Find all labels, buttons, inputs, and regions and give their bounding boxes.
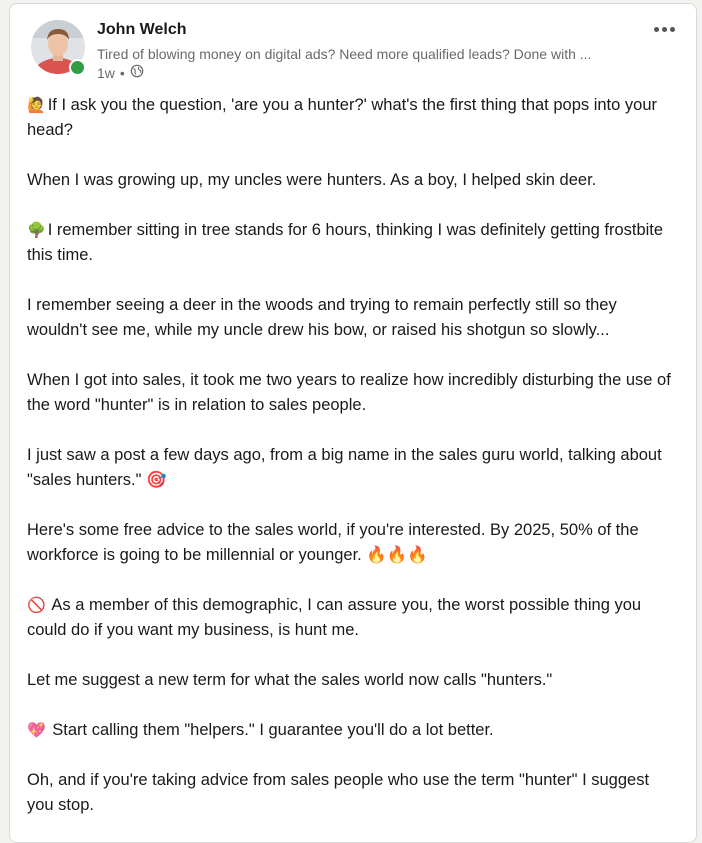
- post-paragraph: I just saw a post a few days ago, from a…: [27, 443, 679, 493]
- paragraph-text: I remember sitting in tree stands for 6 …: [27, 221, 664, 264]
- post-time: 1w: [97, 64, 115, 81]
- online-status-indicator: [69, 59, 86, 76]
- post-paragraph: 💖 Start calling them "helpers." I guaran…: [27, 718, 679, 743]
- post-paragraph: I remember seeing a deer in the woods an…: [27, 293, 679, 343]
- globe-icon: [130, 64, 144, 81]
- emoji: 🙋: [27, 97, 46, 114]
- post-paragraph: 🙋 If I ask you the question, 'are you a h…: [27, 93, 679, 143]
- paragraph-text: If I ask you the question, 'are you a hu…: [27, 96, 657, 139]
- paragraph-text: When I got into sales, it took me two ye…: [27, 371, 671, 414]
- post-paragraph: 🚫 As a member of this demographic, I can…: [27, 593, 679, 643]
- author-name[interactable]: John Welch: [97, 21, 187, 39]
- emoji: 🚫: [27, 597, 46, 614]
- post-card: John Welch Tired of blowing money on dig…: [9, 3, 697, 843]
- meta-separator: •: [119, 64, 125, 81]
- paragraph-text: I just saw a post a few days ago, from a…: [27, 446, 662, 489]
- post-meta: 1w •: [97, 64, 144, 81]
- post-paragraph: Let me suggest a new term for what the s…: [27, 668, 679, 693]
- paragraph-text: Here's some free advice to the sales wor…: [27, 521, 639, 564]
- paragraph-text: I remember seeing a deer in the woods an…: [27, 296, 617, 339]
- paragraph-text: Let me suggest a new term for what the s…: [27, 671, 553, 689]
- author-headline: Tired of blowing money on digital ads? N…: [97, 46, 592, 62]
- paragraph-text: Oh, and if you're taking advice from sal…: [27, 771, 650, 814]
- post-paragraph: When I got into sales, it took me two ye…: [27, 368, 679, 418]
- paragraph-text: As a member of this demographic, I can a…: [27, 596, 642, 639]
- emoji: 🌳: [27, 222, 46, 239]
- emoji: 💖: [27, 722, 46, 739]
- more-options-button[interactable]: [646, 18, 682, 40]
- more-dot: [653, 26, 659, 32]
- paragraph-text: When I was growing up, my uncles were hu…: [27, 171, 597, 189]
- post-text: 🙋 If I ask you the question, 'are you a h…: [27, 93, 679, 843]
- post-paragraph: When I was growing up, my uncles were hu…: [27, 168, 679, 193]
- post-paragraph: Oh, and if you're taking advice from sal…: [27, 768, 679, 818]
- more-dot: [661, 26, 667, 32]
- paragraph-text: Start calling them "helpers." I guarante…: [47, 721, 494, 739]
- post-paragraph: 🌳 I remember sitting in tree stands for 6…: [27, 218, 679, 268]
- post-paragraph: Here's some free advice to the sales wor…: [27, 518, 679, 568]
- more-dot: [669, 26, 675, 32]
